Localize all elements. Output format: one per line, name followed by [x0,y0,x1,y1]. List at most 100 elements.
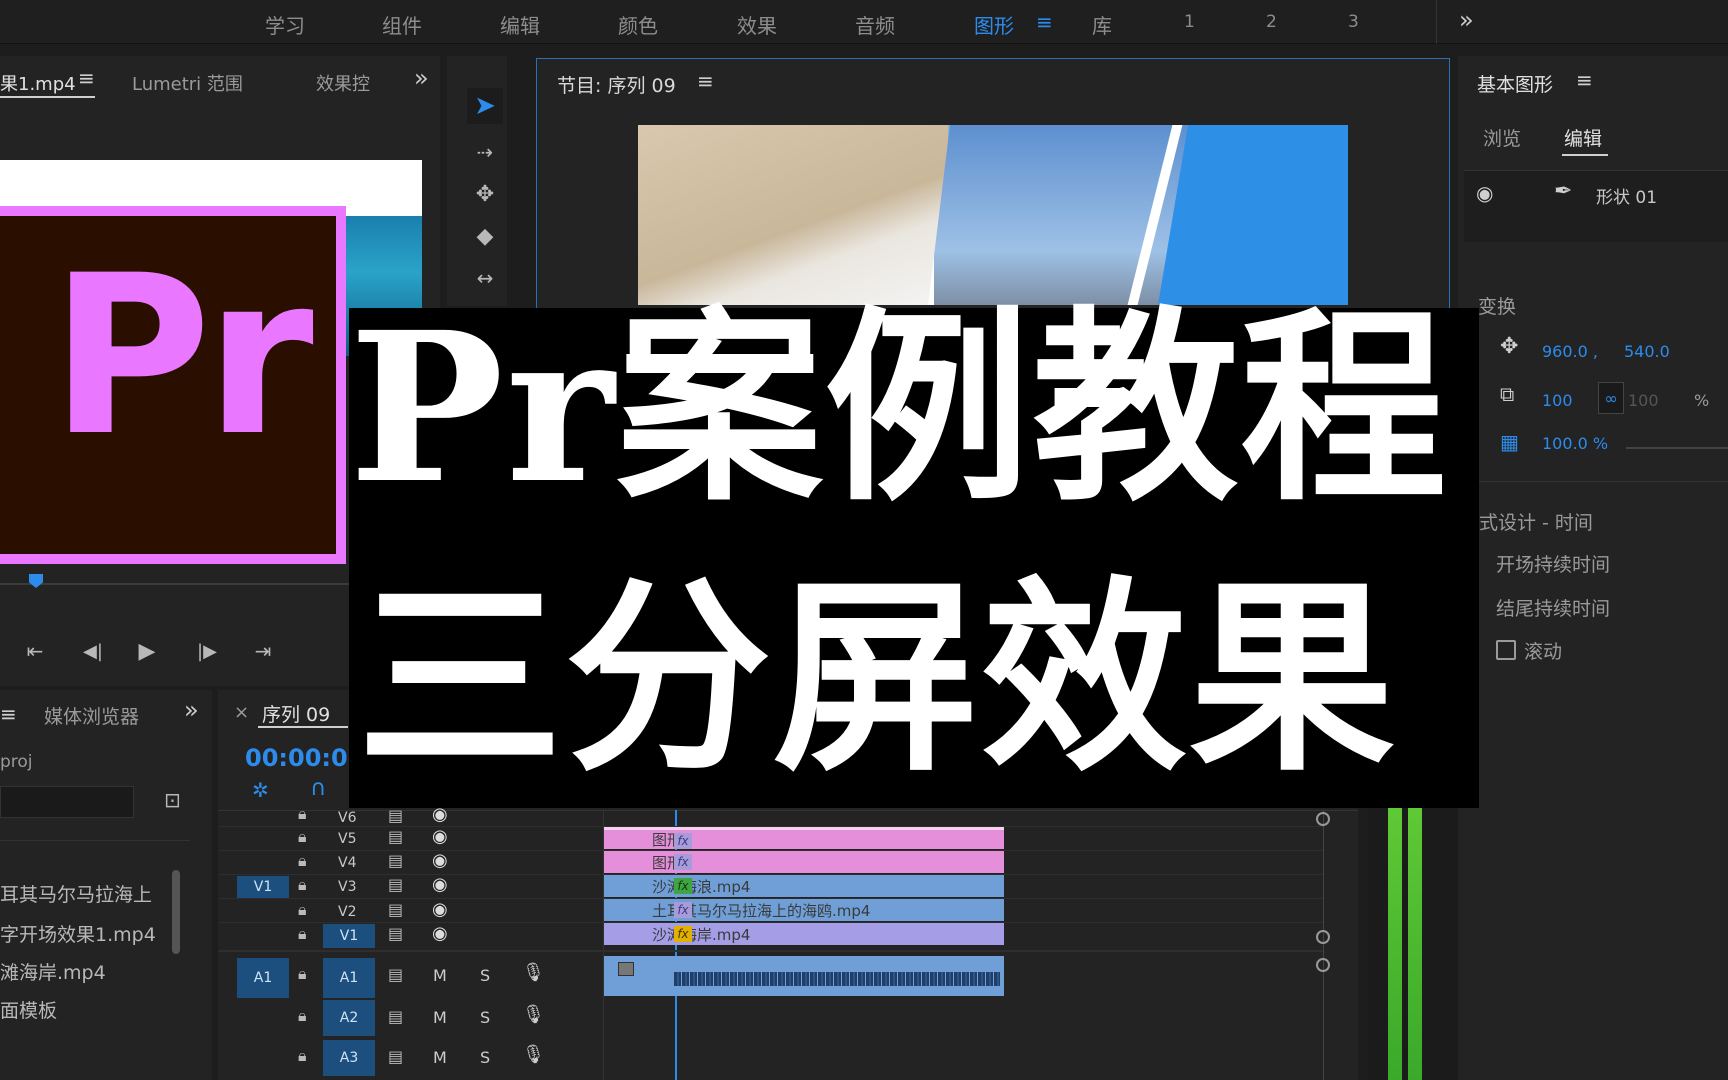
track-target-v1[interactable]: V1 [323,924,375,948]
workspace-libraries[interactable]: 库 [1092,10,1112,39]
sync-icon[interactable]: ▤ [388,900,403,919]
step-forward-icon[interactable]: |▶ [192,636,222,666]
tab-edit[interactable]: 编辑 [1564,124,1602,151]
eg-menu-icon[interactable]: ≡ [1576,68,1593,92]
clip-beach-shore[interactable]: fx 沙滩海岸.mp4 [604,923,1004,945]
source-patch-v1[interactable]: V1 [237,876,289,898]
program-menu-icon[interactable]: ≡ [697,69,714,93]
tab-effect-controls[interactable]: 效果控 [316,70,370,96]
sync-icon[interactable]: ▤ [388,875,403,894]
sync-icon[interactable]: ▤ [388,1007,403,1026]
eye-icon[interactable]: ◉ [432,826,448,847]
layer-name[interactable]: 形状 01 [1596,183,1657,208]
scale-value[interactable]: 100 [1542,391,1573,410]
roll-checkbox[interactable] [1496,640,1516,660]
track-label-a3[interactable]: A3 [323,1040,375,1076]
eye-icon[interactable]: ◉ [432,874,448,895]
scroll-handle-top[interactable] [1316,812,1330,826]
lock-icon[interactable]: 🔒︎ [298,924,307,944]
sync-icon[interactable]: ▤ [388,827,403,846]
selection-tool-icon[interactable]: ➤ [467,88,503,124]
close-tab-icon[interactable]: × [234,702,249,723]
lock-icon[interactable]: 🔒︎ [298,900,307,920]
sequence-tab[interactable]: 序列 09 [262,700,330,727]
snap-icon[interactable]: ✲ [252,778,269,802]
workspace-1[interactable]: 1 [1184,12,1195,32]
track-select-tool-icon[interactable]: ⇢ [467,134,503,170]
sync-icon[interactable]: ▤ [388,1047,403,1066]
clip-graphic-v5[interactable]: fx 图形 [604,827,1004,849]
project-scrollbar[interactable] [172,870,180,954]
clip-seagulls[interactable]: fx 土耳其马尔马拉海上的海鸥.mp4 [604,899,1004,921]
lock-icon[interactable]: 🔒︎ [298,964,307,984]
solo-button[interactable]: S [480,1008,490,1027]
source-patch-a1[interactable]: A1 [237,958,289,998]
mute-button[interactable]: M [433,1008,447,1027]
step-back-icon[interactable]: ◀| [78,636,108,666]
mute-button[interactable]: M [433,1048,447,1067]
timecode[interactable]: 00:00:01 [245,744,364,772]
list-item[interactable]: 面模板 [0,996,57,1023]
lock-icon[interactable]: 🔒︎ [298,1046,307,1066]
track-target-a1[interactable]: A1 [323,958,375,998]
workspace-assembly[interactable]: 组件 [382,10,422,39]
sync-icon[interactable]: ▤ [388,806,403,825]
scroll-handle-mid[interactable] [1316,930,1330,944]
ripple-edit-tool-icon[interactable]: ✥ [467,176,503,212]
tab-media-browser[interactable]: 媒体浏览器 [44,702,139,729]
project-search-input[interactable] [0,786,134,818]
lock-icon[interactable]: 🔒︎ [298,1006,307,1026]
new-bin-icon[interactable]: ⊡ [164,788,181,812]
sync-icon[interactable]: ▤ [388,851,403,870]
workspace-color[interactable]: 颜色 [618,10,658,39]
opacity-value[interactable]: 100.0 % [1542,434,1608,453]
clip-audio-a1[interactable] [604,956,1004,996]
workspace-effects[interactable]: 效果 [737,10,777,39]
workspace-2[interactable]: 2 [1266,12,1277,32]
workspace-audio[interactable]: 音频 [855,10,895,39]
go-to-out-icon[interactable]: ⇥ [248,636,278,666]
source-tab-label[interactable]: 果1.mp4 [0,70,76,96]
link-scale-icon[interactable]: ∞ [1598,382,1624,414]
playhead-icon[interactable] [29,574,43,588]
lock-icon[interactable]: 🔒︎ [298,804,307,824]
project-menu-icon[interactable]: ≡ [0,702,17,726]
sync-icon[interactable]: ▤ [388,965,403,984]
workspace-learn[interactable]: 学习 [265,10,305,39]
solo-button[interactable]: S [480,1048,490,1067]
microphone-icon[interactable]: 🎙︎ [522,1004,545,1025]
tab-browse[interactable]: 浏览 [1483,124,1521,151]
sync-icon[interactable]: ▤ [388,924,403,943]
microphone-icon[interactable]: 🎙︎ [522,962,545,983]
clip-graphic-v4[interactable]: fx 图形 [604,851,1004,873]
lock-icon[interactable]: 🔒︎ [298,875,307,895]
opacity-slider[interactable] [1626,447,1728,449]
lock-icon[interactable]: 🔒︎ [298,827,307,847]
position-y-value[interactable]: 540.0 [1624,342,1670,361]
more-tabs-icon[interactable]: » [414,64,429,92]
play-icon[interactable]: ▶ [132,636,162,666]
hamburger-menu-icon[interactable]: ≡ [1036,10,1053,34]
list-item[interactable]: 字开场效果1.mp4 [0,920,156,947]
microphone-icon[interactable]: 🎙︎ [522,1044,545,1065]
tab-menu-icon[interactable]: ≡ [78,66,95,90]
list-item[interactable]: 耳其马尔马拉海上 [0,880,152,907]
clip-beach-waves[interactable]: fx 沙滩海浪.mp4 [604,875,1004,897]
tab-lumetri-scopes[interactable]: Lumetri 范围 [132,70,243,96]
solo-button[interactable]: S [480,966,490,985]
workspace-3[interactable]: 3 [1348,12,1359,32]
workspace-graphics[interactable]: 图形 [974,10,1014,39]
layer-row[interactable]: ◉ ✒ 形状 01 [1464,170,1728,242]
razor-tool-icon[interactable]: ◆ [467,218,503,254]
track-label-a2[interactable]: A2 [323,1000,375,1036]
visibility-eye-icon[interactable]: ◉ [1476,181,1493,205]
scroll-handle-audio[interactable] [1316,958,1330,972]
list-item[interactable]: 滩海岸.mp4 [0,958,106,985]
workspace-editing[interactable]: 编辑 [500,10,540,39]
eye-icon[interactable]: ◉ [432,850,448,871]
go-to-in-icon[interactable]: ⇤ [20,636,50,666]
magnet-icon[interactable]: ∩ [310,776,326,801]
more-workspaces-icon[interactable]: » [1459,6,1474,34]
eye-icon[interactable]: ◉ [432,899,448,920]
more-panels-icon[interactable]: » [184,696,199,724]
